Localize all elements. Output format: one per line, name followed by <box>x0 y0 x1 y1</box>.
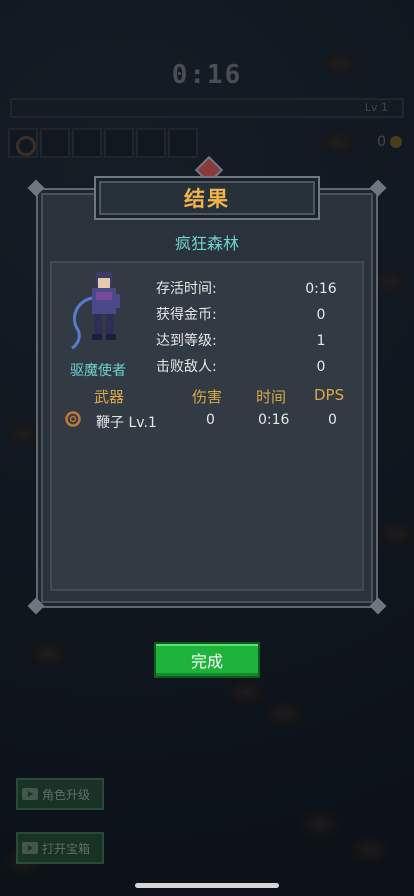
character-sprite <box>71 272 120 350</box>
done-button[interactable]: 完成 <box>154 642 260 678</box>
stat-value: 0:16 <box>305 281 337 297</box>
weapon-time: 0:16 <box>258 412 290 428</box>
open-chest-button[interactable]: 打开宝箱 <box>16 832 104 864</box>
weapon-name: 鞭子 Lv.1 <box>96 415 157 431</box>
result-title: 结果 <box>184 187 230 211</box>
header-time: 时间 <box>256 388 287 406</box>
character-upgrade-label: 角色升级 <box>42 787 91 802</box>
stat-label: 达到等级: <box>156 333 217 349</box>
weapon-row: 鞭子 Lv.1 0 0:16 0 <box>60 410 356 432</box>
weapon-damage: 0 <box>206 412 215 428</box>
character-upgrade-button[interactable]: 角色升级 <box>16 778 104 810</box>
open-chest-label: 打开宝箱 <box>42 841 91 856</box>
stat-value: 0 <box>316 307 326 323</box>
stat-row-level-reached: 达到等级: 1 <box>156 332 346 358</box>
whip-icon <box>65 411 81 427</box>
stat-row-gold-earned: 获得金币: 0 <box>156 306 346 332</box>
header-damage: 伤害 <box>192 388 223 406</box>
video-ad-icon <box>22 788 38 800</box>
stat-value: 1 <box>316 333 326 349</box>
stat-row-survival-time: 存活时间: 0:16 <box>156 280 346 306</box>
home-indicator <box>135 883 279 888</box>
header-weapon: 武器 <box>94 388 125 406</box>
weapon-table-header: 武器 伤害 时间 DPS <box>60 386 356 406</box>
title-plate: 结果 <box>94 176 320 220</box>
stat-label: 存活时间: <box>156 281 217 297</box>
weapon-dps: 0 <box>328 412 337 428</box>
stat-label: 击败敌人: <box>156 359 217 375</box>
video-ad-icon <box>22 842 38 854</box>
character-name: 驱魔使者 <box>70 363 126 379</box>
stat-value: 0 <box>316 359 326 375</box>
stat-row-enemies-defeated: 击败敌人: 0 <box>156 358 346 384</box>
stats-list: 存活时间: 0:16 获得金币: 0 达到等级: 1 击败敌人: 0 <box>156 280 346 384</box>
stage-name: 疯狂森林 <box>174 234 239 253</box>
header-dps: DPS <box>314 386 345 404</box>
stat-label: 获得金币: <box>156 307 217 323</box>
